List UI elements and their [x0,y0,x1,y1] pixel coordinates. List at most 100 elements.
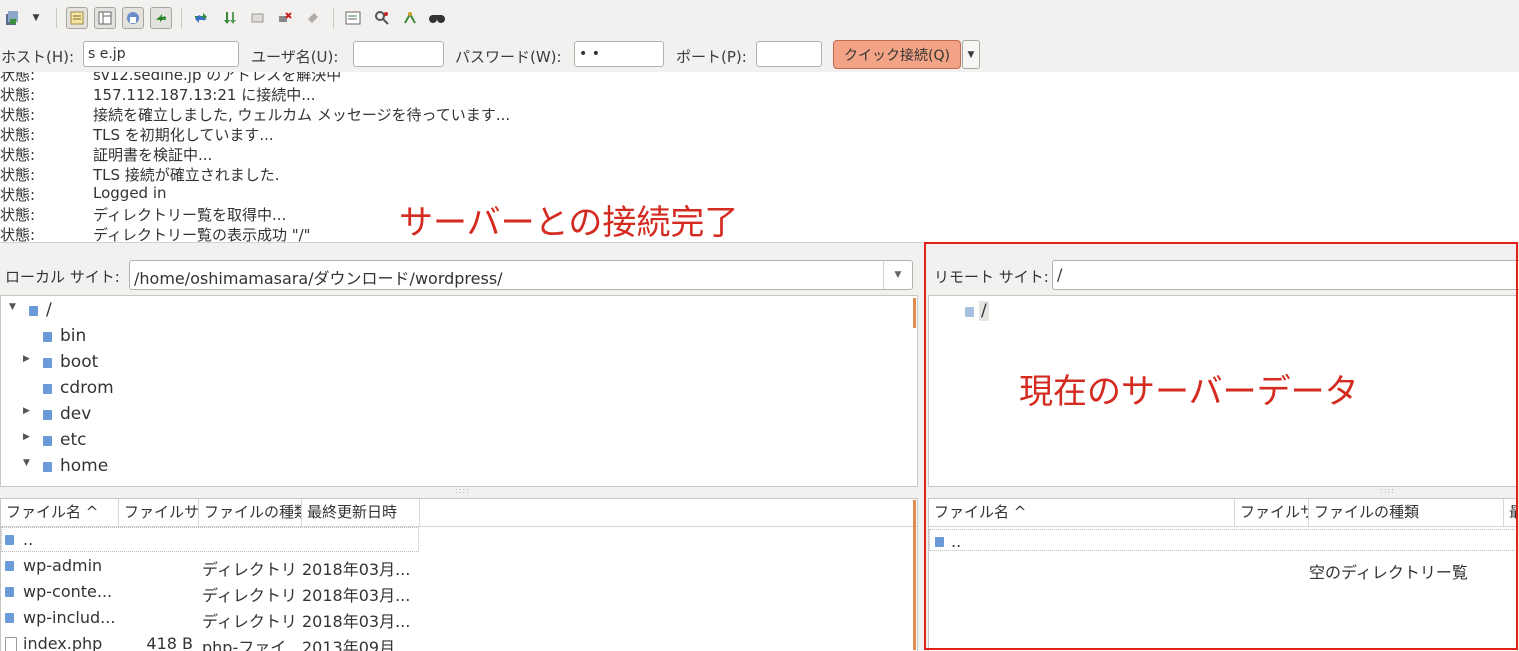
folder-icon [5,587,14,597]
cancel-icon[interactable] [247,7,269,29]
remote-list-header: ファイル名 ^ ファイルサイズ ファイルの種類 最 [929,499,1517,527]
file-size: 418 B [146,634,193,651]
folder-icon [935,537,944,547]
file-name: wp-admin [23,556,103,575]
empty-directory-message: 空のディレクトリー覧 [1309,563,1468,582]
folder-icon [5,613,14,623]
log-entry-message: TLS 接続が確立されました. [93,166,280,184]
server-data-annotation: 現在のサーバーデータ [1019,372,1359,412]
folder-icon [965,307,974,317]
reconnect-icon[interactable] [302,7,324,29]
tree-item-label: home [60,456,109,476]
sync-browse-icon[interactable] [399,7,421,29]
column-filetype[interactable]: ファイルの種類 [1309,499,1504,526]
log-entry-message: TLS を初期化しています... [93,126,274,144]
remote-path-input[interactable]: / [1052,260,1519,290]
column-filesize[interactable]: ファイルサイズ [119,499,199,526]
transfer-queue-icon[interactable] [150,7,172,29]
file-modified: 2018年03月... [302,612,411,631]
folder-icon [43,462,52,472]
local-path-input[interactable]: /home/oshimamasara/ダウンロード/wordpress/ [129,260,913,290]
file-modified: 2013年09月... [302,638,411,651]
local-directory-tree[interactable]: ▼ / bin ▶ boot cdrom ▶ dev ▶ etc ▼ home [0,295,918,487]
port-input[interactable] [756,41,822,67]
quickconnect-button[interactable]: クイック接続(Q) [833,40,961,69]
local-list-scrollbar[interactable] [913,500,916,650]
tree-item-label: dev [60,404,92,424]
tree-item-label: cdrom [60,378,114,398]
log-entry-message: 157.112.187.13:21 に接続中... [93,86,316,104]
splitter-grip[interactable]: :::: [1380,486,1395,495]
remote-site-label: リモート サイト: [934,268,1049,286]
log-entry-status: 状態: [0,226,36,243]
directory-listing-filter-icon[interactable] [342,7,364,29]
expanded-arrow-icon[interactable]: ▼ [9,302,19,312]
list-item[interactable]: wp-includ... ディレクトリ 2018年03月... [1,605,917,631]
refresh-icon[interactable] [190,7,212,29]
collapsed-arrow-icon[interactable]: ▶ [23,354,33,364]
log-entry-message: 証明書を検証中... [93,146,213,164]
file-type: ディレクトリ [202,586,297,605]
file-name: .. [951,532,962,551]
file-type: php-ファイ... [202,638,300,651]
remote-site-bar: リモート サイト: / [928,258,1519,292]
file-name: .. [23,530,34,549]
file-icon [5,637,17,651]
search-icon[interactable] [426,7,448,29]
expanded-arrow-icon[interactable]: ▼ [23,458,33,468]
tree-item-label: boot [60,352,99,372]
column-filename[interactable]: ファイル名 ^ [929,499,1235,526]
tree-item-label: bin [60,326,87,346]
list-item[interactable]: wp-conte... ディレクトリ 2018年03月... [1,579,917,605]
list-item[interactable]: index.php 418 B php-ファイ... 2013年09月... [1,631,917,651]
main-toolbar: ▼ [0,0,1519,39]
remote-tree-icon[interactable] [122,7,144,29]
column-filetype[interactable]: ファイルの種類 [199,499,302,526]
file-name: index.php [23,634,103,651]
port-label: ポート(P): [676,48,747,66]
host-label: ホスト(H): [1,48,75,66]
log-entry-status: 状態: [0,86,36,104]
list-item[interactable]: wp-admin ディレクトリ 2018年03月... [1,553,917,579]
local-site-bar: ローカル サイト: /home/oshimamasara/ダウンロード/word… [0,258,916,292]
column-extra[interactable]: 最 [1504,499,1517,526]
username-input[interactable] [353,41,444,67]
file-type: ディレクトリ [202,560,297,579]
file-type: ディレクトリ [202,612,297,631]
column-filename[interactable]: ファイル名 ^ [1,499,119,526]
log-entry-status: 状態: [0,206,36,224]
local-path-dropdown-icon[interactable]: ▼ [883,261,912,289]
local-list-header: ファイル名 ^ ファイルサイズ ファイルの種類 最終更新日時 [1,499,917,527]
splitter-grip[interactable]: :::: [455,486,470,495]
toolbar-separator [181,8,182,28]
local-tree-scrollbar[interactable] [913,298,916,328]
message-log-icon[interactable] [66,7,88,29]
disconnect-icon[interactable] [274,7,296,29]
log-entry-message: ディレクトリー覧を取得中... [93,206,287,224]
site-manager-icon[interactable] [2,7,24,29]
remote-file-list[interactable]: ファイル名 ^ ファイルサイズ ファイルの種類 最 .. 空のディレクトリー覧 [928,498,1518,651]
collapsed-arrow-icon[interactable]: ▶ [23,406,33,416]
folder-icon [43,332,52,342]
file-name: wp-conte... [23,582,113,601]
local-file-list[interactable]: ファイル名 ^ ファイルサイズ ファイルの種類 最終更新日時 .. wp-admi… [0,498,918,651]
local-tree-icon[interactable] [94,7,116,29]
quickconnect-dropdown-icon[interactable]: ▼ [962,40,980,69]
column-filesize[interactable]: ファイルサイズ [1235,499,1309,526]
column-modified[interactable]: 最終更新日時 [302,499,420,526]
log-entry-message: ディレクトリー覧の表示成功 "/" [93,226,311,243]
log-entry-status: 状態: [0,146,36,164]
list-item[interactable]: .. [929,529,1517,555]
host-input[interactable]: s e.jp [83,41,239,67]
process-queue-icon[interactable] [219,7,241,29]
file-name: wp-includ... [23,608,116,627]
folder-icon [43,436,52,446]
list-item[interactable]: .. [1,527,917,553]
site-manager-dropdown-icon[interactable]: ▼ [27,7,45,29]
compare-icon[interactable] [371,7,393,29]
collapsed-arrow-icon[interactable]: ▶ [23,432,33,442]
local-site-label: ローカル サイト: [5,268,120,286]
connected-annotation: サーバーとの接続完了 [399,203,739,243]
folder-icon [43,410,52,420]
password-input[interactable]: • • [574,41,664,67]
